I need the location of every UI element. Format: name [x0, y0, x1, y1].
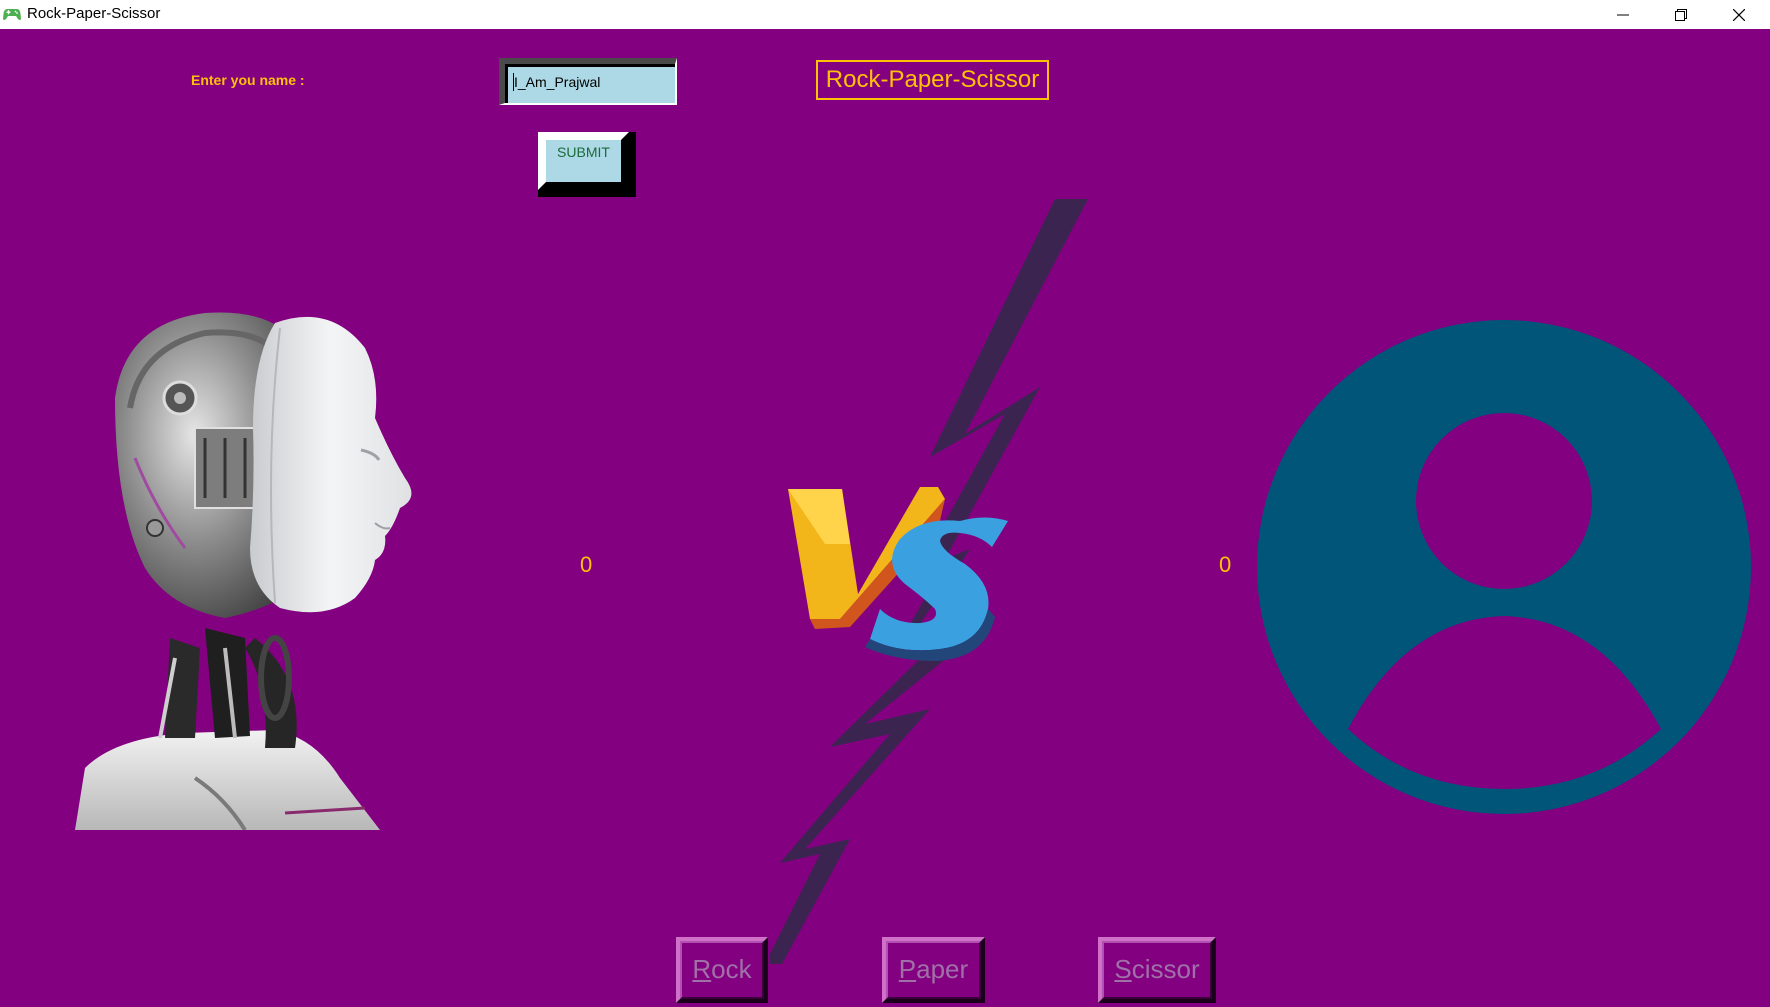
paper-button[interactable]: Paper	[882, 937, 985, 1003]
paper-button-label: Paper	[898, 954, 969, 984]
robot-head-image	[75, 308, 455, 832]
scissor-button-label: Scissor	[1114, 954, 1200, 984]
window-title: Rock-Paper-Scissor	[27, 5, 161, 22]
close-button[interactable]	[1710, 0, 1768, 29]
submit-button-label: SUBMIT	[557, 144, 610, 160]
minimize-icon	[1617, 9, 1629, 21]
title-bar: Rock-Paper-Scissor	[0, 0, 1770, 29]
computer-score: 0	[580, 552, 593, 577]
game-title: Rock-Paper-Scissor	[816, 60, 1049, 100]
rock-button-label: Rock	[692, 954, 752, 984]
name-input[interactable]: I_Am_Prajwal	[499, 58, 677, 105]
restore-icon	[1675, 8, 1687, 21]
submit-button[interactable]: SUBMIT	[538, 132, 636, 197]
close-icon	[1733, 8, 1745, 21]
gamepad-icon	[3, 6, 21, 22]
vs-lightning-image	[765, 199, 1090, 964]
name-label: Enter you name :	[191, 72, 305, 88]
game-area: Enter you name : I_Am_Prajwal Rock-Paper…	[0, 29, 1770, 1007]
restore-button[interactable]	[1652, 0, 1710, 29]
rock-button[interactable]: Rock	[676, 937, 768, 1003]
user-avatar-icon	[1256, 319, 1752, 815]
name-input-value: I_Am_Prajwal	[514, 74, 601, 90]
player-score: 0	[1219, 552, 1232, 577]
scissor-button[interactable]: Scissor	[1098, 937, 1216, 1003]
minimize-button[interactable]	[1594, 0, 1652, 29]
